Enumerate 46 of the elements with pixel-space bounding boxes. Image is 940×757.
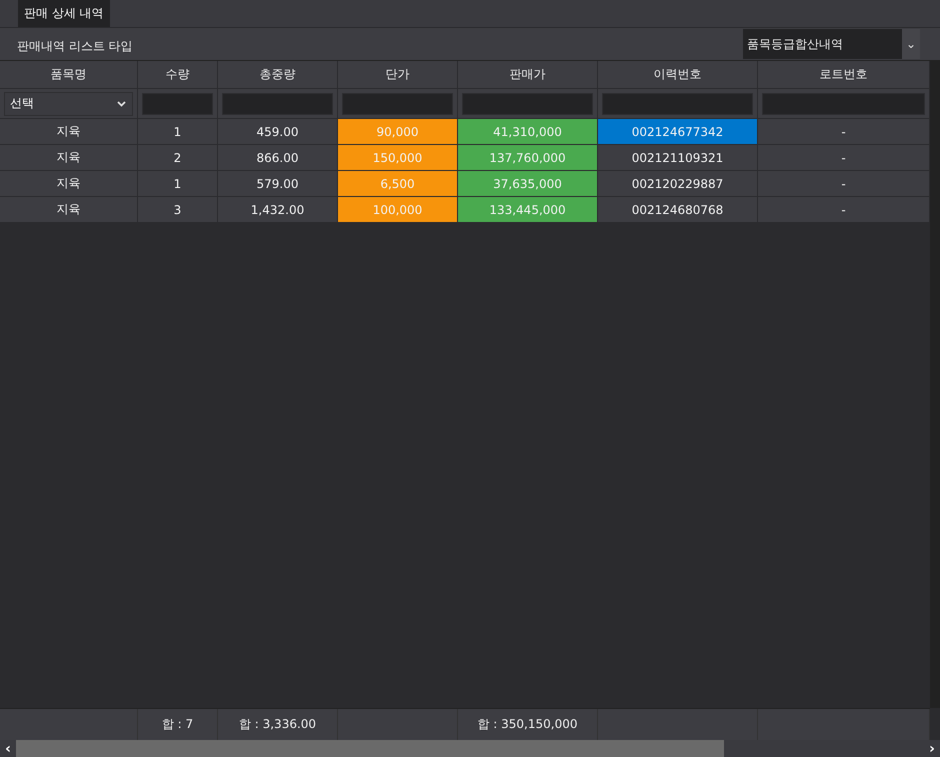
chevron-down-icon [117, 100, 126, 106]
column-header[interactable]: 수량 [138, 61, 218, 89]
table-cell[interactable]: 1 [138, 119, 218, 145]
filter-field[interactable] [222, 92, 333, 114]
table-cell[interactable]: 1 [138, 171, 218, 197]
filter-select[interactable]: 선택 [4, 92, 133, 116]
table-cell[interactable]: 002124680768 [598, 197, 758, 223]
vertical-scrollbar[interactable] [930, 61, 940, 708]
column-header[interactable]: 판매가 [458, 61, 598, 89]
table-cell[interactable]: - [758, 145, 930, 171]
table-cell[interactable]: 002121109321 [598, 145, 758, 171]
list-type-dropdown[interactable]: 품목등급합산내역 [743, 29, 902, 59]
table-cell[interactable]: 3 [138, 197, 218, 223]
table-cell[interactable]: 459.00 [218, 119, 338, 145]
table-cell[interactable]: 2 [138, 145, 218, 171]
table-cell[interactable]: - [758, 119, 930, 145]
filter-field[interactable] [762, 92, 925, 114]
table-cell[interactable]: 지육 [0, 171, 138, 197]
column-header[interactable]: 로트번호 [758, 61, 930, 89]
list-type-label: 판매내역 리스트 타입 [17, 38, 133, 54]
dropdown-caret-button[interactable]: ⌄ [902, 29, 920, 59]
column-header[interactable]: 품목명 [0, 61, 138, 89]
table-cell[interactable]: 002120229887 [598, 171, 758, 197]
filter-field[interactable] [342, 92, 453, 114]
total-value: 합 : 350,150,000 [477, 716, 578, 733]
column-header[interactable]: 총중량 [218, 61, 338, 89]
tab[interactable]: 판매 상세 내역 [18, 0, 110, 27]
table-cell[interactable]: 1,432.00 [218, 197, 338, 223]
filter-field[interactable] [142, 92, 213, 114]
table-cell[interactable]: 002124677342 [598, 119, 758, 145]
total-value: 합 : 3,336.00 [238, 716, 316, 733]
scroll-left-button[interactable]: ‹ [0, 740, 16, 757]
table-cell[interactable]: 579.00 [218, 171, 338, 197]
column-header[interactable]: 이력번호 [598, 61, 758, 89]
table-cell[interactable]: - [758, 171, 930, 197]
filter-field[interactable] [462, 92, 593, 114]
table-cell[interactable]: 지육 [0, 119, 138, 145]
scroll-right-button[interactable]: › [924, 740, 940, 757]
filter-field[interactable] [602, 92, 753, 114]
total-value: 합 : 7 [162, 716, 194, 733]
table-cell[interactable]: 866.00 [218, 145, 338, 171]
scrollbar-thumb[interactable] [16, 740, 724, 757]
table-cell[interactable]: 지육 [0, 197, 138, 223]
table-cell[interactable]: 지육 [0, 145, 138, 171]
table-cell[interactable]: - [758, 197, 930, 223]
column-header[interactable]: 단가 [338, 61, 458, 89]
